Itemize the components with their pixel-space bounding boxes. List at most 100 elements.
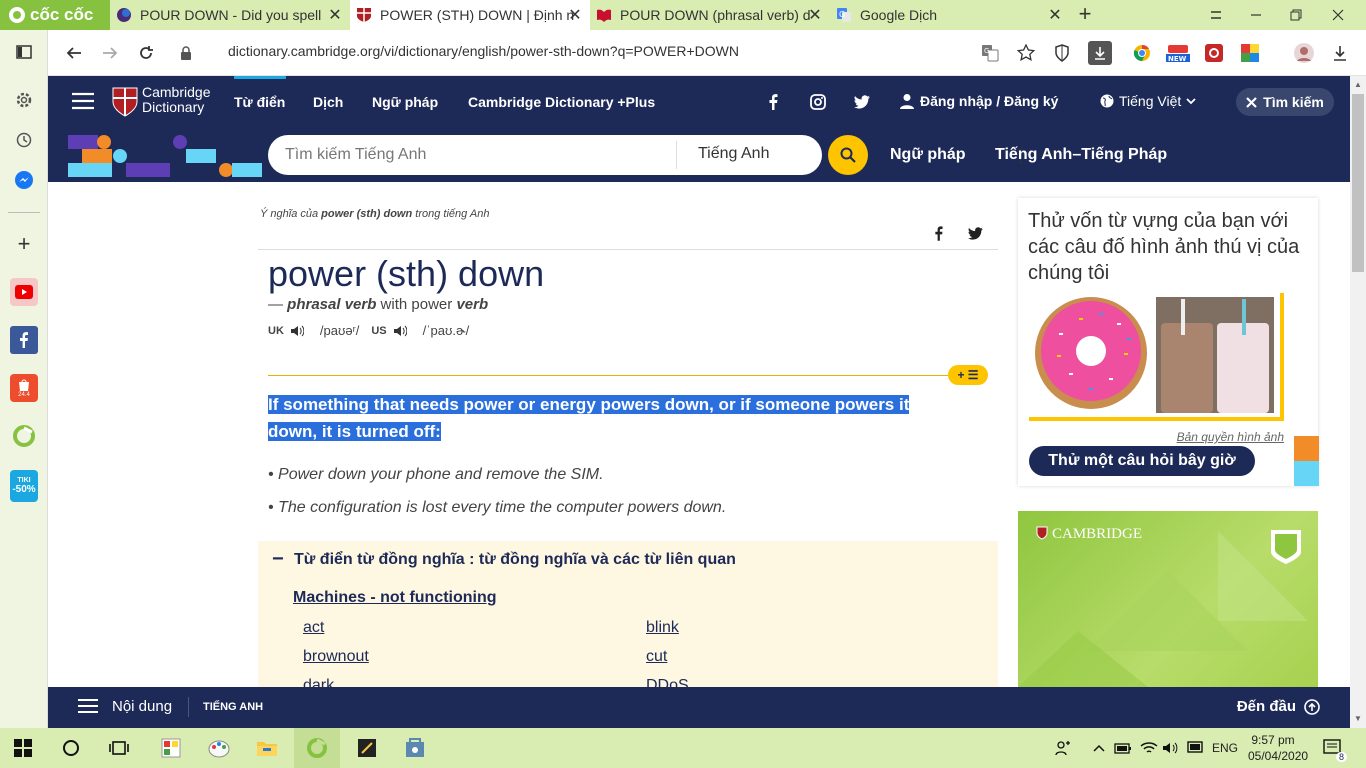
synonym-link[interactable]: cut — [646, 648, 667, 666]
lock-icon[interactable] — [174, 41, 198, 65]
paint-app-icon[interactable] — [204, 734, 234, 762]
quiz-image[interactable] — [1029, 293, 1284, 421]
search-toggle-button[interactable]: Tìm kiếm — [1236, 88, 1334, 116]
cambridge-crest-icon[interactable] — [112, 87, 138, 117]
close-tab-icon[interactable]: ✕ — [566, 6, 584, 24]
image-credit-link[interactable]: Bản quyền hình ảnh — [1177, 430, 1284, 444]
messenger-icon[interactable] — [10, 166, 38, 194]
tab-google-translate[interactable]: G Google Dịch ✕ — [830, 0, 1070, 30]
cambridge-ad-banner[interactable]: CAMBRIDGE — [1018, 511, 1318, 687]
file-explorer-icon[interactable] — [252, 734, 282, 762]
system-clock[interactable]: 9:57 pm 05/04/2020 — [1248, 732, 1308, 764]
try-quiz-button[interactable]: Thử một câu hỏi bây giờ — [1029, 446, 1255, 476]
close-window-button[interactable] — [1318, 0, 1358, 30]
download-media-icon[interactable] — [1088, 41, 1112, 65]
nav-dictionary[interactable]: Từ điển — [234, 94, 285, 110]
office-app-icon[interactable] — [156, 734, 186, 762]
contents-label[interactable]: Nội dung — [112, 698, 172, 715]
nav-translate[interactable]: Dịch — [313, 94, 343, 110]
people-icon[interactable] — [1048, 734, 1078, 762]
cambridge-favicon-icon — [357, 8, 371, 22]
scroll-up-icon[interactable]: ▲ — [1354, 80, 1362, 89]
twitter-icon[interactable] — [854, 95, 870, 109]
red-extension-icon[interactable] — [1202, 41, 1226, 65]
dictionary-selector[interactable]: Tiếng Anh — [698, 145, 769, 163]
share-twitter-icon[interactable] — [968, 227, 983, 240]
news-extension-icon[interactable]: NEW — [1166, 41, 1190, 65]
pos-verb-link[interactable]: verb — [456, 296, 488, 313]
close-tab-icon[interactable]: ✕ — [806, 6, 824, 24]
scroll-down-icon[interactable]: ▼ — [1354, 714, 1362, 723]
back-icon[interactable] — [62, 41, 86, 65]
display-icon[interactable] — [1180, 734, 1210, 762]
shopee-icon[interactable]: 24.4 — [10, 374, 38, 402]
settings-gear-icon[interactable] — [10, 86, 38, 114]
hamburger-menu-icon[interactable] — [72, 92, 94, 110]
color-grid-extension-icon[interactable] — [1238, 41, 1262, 65]
chrome-extension-icon[interactable] — [1130, 41, 1154, 65]
collapse-icon[interactable]: − — [272, 548, 284, 571]
cambridge-logo-text[interactable]: Cambridge Dictionary — [142, 85, 210, 115]
add-to-wordlist-button[interactable]: + ☰ — [948, 365, 988, 385]
contents-menu-icon[interactable] — [78, 698, 98, 714]
speaker-icon-us[interactable] — [393, 325, 407, 337]
sidebar-toggle-icon[interactable] — [10, 38, 38, 66]
coccoc-green-app-icon[interactable] — [10, 422, 38, 450]
english-french-link[interactable]: Tiếng Anh–Tiếng Pháp — [995, 146, 1167, 164]
shield-icon[interactable] — [1050, 41, 1074, 65]
page-scrollbar[interactable]: ▲ ▼ — [1350, 76, 1366, 728]
coccoc-brand[interactable]: cốc cốc — [0, 0, 110, 30]
profile-avatar-icon[interactable] — [1292, 41, 1316, 65]
facebook-icon[interactable] — [10, 326, 38, 354]
english-tab[interactable]: TIẾNG ANH — [203, 701, 263, 713]
speaker-icon-uk[interactable] — [290, 325, 304, 337]
bookmark-star-icon[interactable] — [1014, 41, 1038, 65]
reload-icon[interactable] — [134, 41, 158, 65]
search-circle-icon[interactable] — [56, 734, 86, 762]
store-app-icon[interactable] — [400, 734, 430, 762]
history-icon[interactable] — [10, 126, 38, 154]
add-app-icon[interactable]: + — [10, 230, 38, 258]
instagram-icon[interactable] — [810, 94, 826, 110]
thesaurus-category[interactable]: Machines - not functioning — [293, 589, 497, 607]
synonym-link[interactable]: act — [303, 619, 324, 637]
tab-pour-down-phrasal[interactable]: POUR DOWN (phrasal verb) d ✕ — [590, 0, 830, 30]
windows-start-icon[interactable] — [8, 734, 38, 762]
sticky-notes-icon[interactable] — [352, 734, 382, 762]
synonym-link[interactable]: blink — [646, 619, 679, 637]
input-language[interactable]: ENG — [1212, 741, 1238, 755]
restore-button[interactable] — [1276, 0, 1316, 30]
share-facebook-icon[interactable] — [934, 226, 943, 241]
translate-page-icon[interactable]: G — [978, 41, 1002, 65]
tab-pour-down-spell[interactable]: POUR DOWN - Did you spell ✕ — [110, 0, 350, 30]
tiki-icon[interactable]: TIKI -50% — [10, 470, 38, 502]
nav-plus[interactable]: Cambridge Dictionary +Plus — [468, 94, 655, 110]
synonym-link[interactable]: brownout — [303, 648, 369, 666]
facebook-icon[interactable] — [768, 94, 778, 110]
coccoc-taskbar-icon[interactable] — [302, 734, 332, 762]
minimize-button[interactable] — [1236, 0, 1276, 30]
youtube-icon[interactable] — [10, 278, 38, 306]
search-input[interactable]: Tìm kiếm Tiếng Anh — [285, 146, 426, 164]
forward-icon[interactable] — [98, 41, 122, 65]
synonym-link[interactable]: dark — [303, 677, 334, 687]
synonym-link[interactable]: DDoS — [646, 677, 689, 687]
tab-search-icon[interactable] — [1196, 0, 1236, 30]
thesaurus-heading[interactable]: Từ điển từ đồng nghĩa : từ đồng nghĩa và… — [294, 551, 736, 569]
notifications-icon[interactable]: 8 — [1318, 734, 1348, 762]
back-to-top-button[interactable]: Đến đầu — [1237, 698, 1320, 715]
close-tab-icon[interactable]: ✕ — [1046, 6, 1064, 24]
downloads-icon[interactable] — [1328, 41, 1352, 65]
task-view-icon[interactable] — [104, 734, 134, 762]
new-tab-button[interactable]: + — [1073, 3, 1097, 27]
tab-power-down[interactable]: POWER (STH) DOWN | Định n ✕ — [350, 0, 590, 30]
language-selector[interactable]: Tiếng Việt — [1100, 93, 1196, 109]
grammar-link[interactable]: Ngữ pháp — [890, 146, 966, 164]
divider — [258, 249, 998, 250]
url-text[interactable]: dictionary.cambridge.org/vi/dictionary/e… — [228, 43, 739, 59]
search-button[interactable] — [828, 135, 868, 175]
close-tab-icon[interactable]: ✕ — [326, 6, 344, 24]
login-link[interactable]: Đăng nhập / Đăng ký — [900, 93, 1058, 109]
nav-grammar[interactable]: Ngữ pháp — [372, 94, 438, 110]
scrollbar-thumb[interactable] — [1352, 94, 1364, 272]
